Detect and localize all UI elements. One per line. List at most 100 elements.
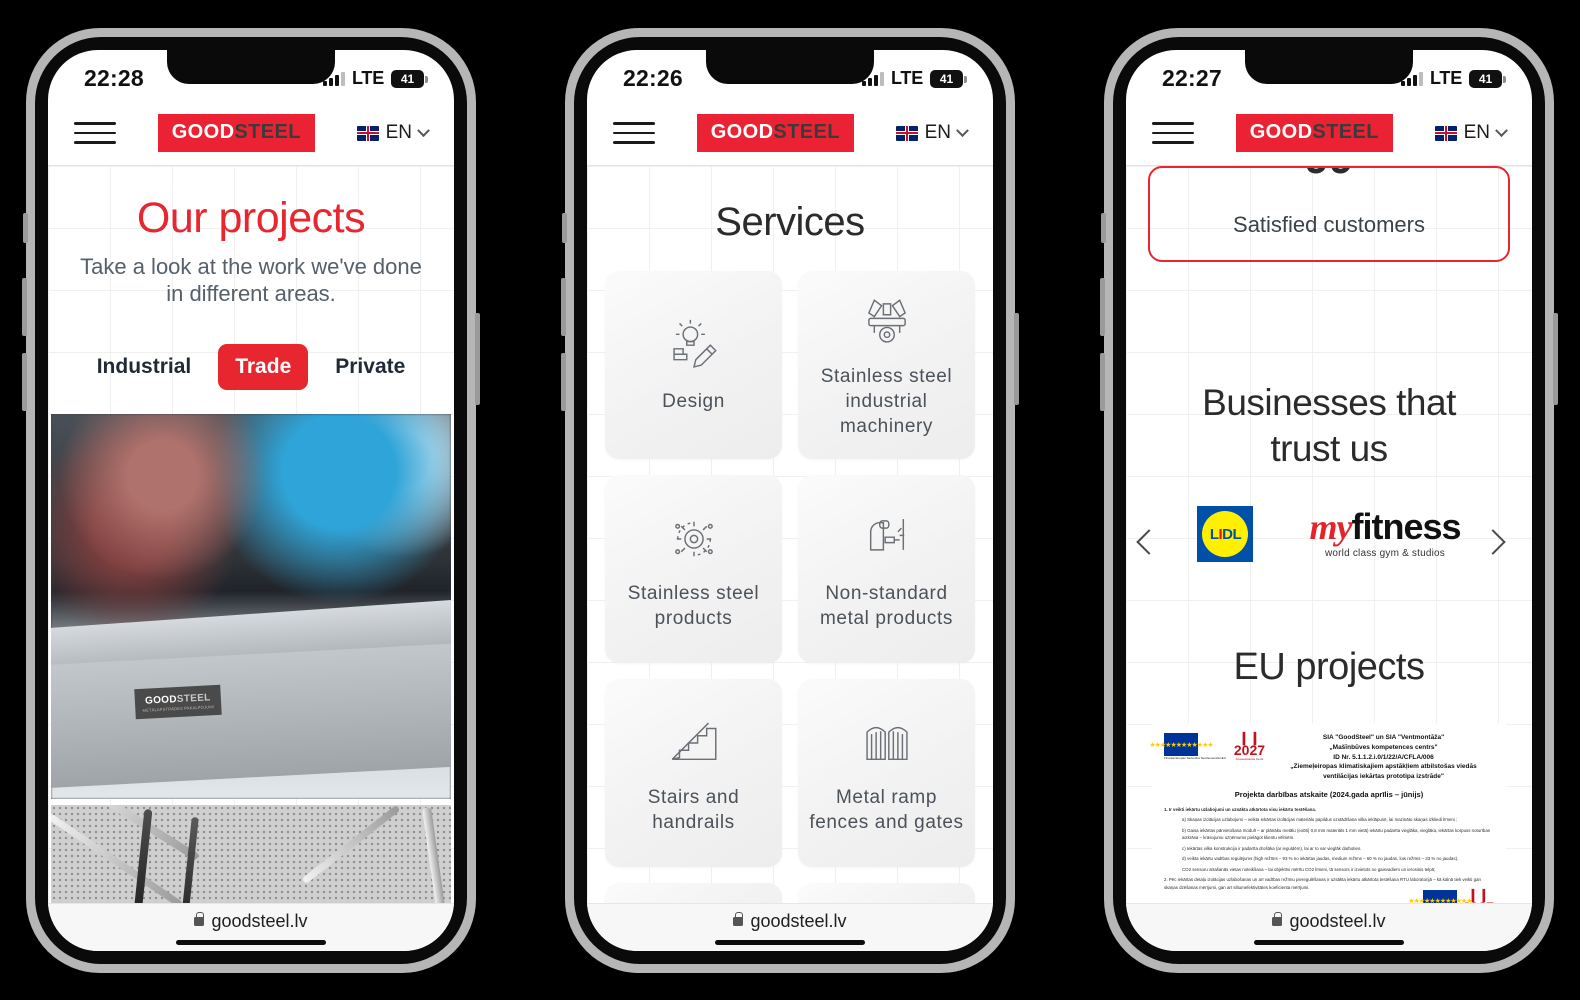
project-image-steel-table[interactable]: GOODSTEEL METĀLAPSTRĀDES PAKALPOJUMI [51, 413, 451, 799]
eu-flag-caption: Finansē Eiropas Savienība NextGeneration… [1164, 756, 1226, 760]
eu-report-title: Projekta darbības atskaite (2024.gada ap… [1234, 789, 1424, 799]
language-code-label: EN [385, 122, 412, 143]
mute-switch[interactable] [562, 212, 567, 243]
tab-industrial[interactable]: Industrial [80, 344, 209, 390]
home-indicator[interactable] [715, 940, 865, 945]
eu-heading-3: ID Nr. 5.1.1.2.i.0/1/22/A/CFLA/006 [1333, 753, 1434, 761]
carousel-prev-arrow[interactable] [1136, 528, 1174, 567]
tab-trade[interactable]: Trade [218, 343, 309, 390]
logo-text-steel: STEEL [1312, 121, 1379, 143]
service-label: Non-standard metal products [819, 582, 953, 629]
volume-up-button[interactable] [1100, 277, 1105, 336]
address-bar[interactable]: goodsteel.lv [1272, 911, 1386, 932]
service-card-stairs-handrails[interactable]: Stairs and handrails [605, 678, 782, 867]
eu-flag-icon-footer: ★★★★★★★★★★★★ [1408, 889, 1473, 903]
language-code-label: EN [924, 122, 951, 143]
tab-private[interactable]: Private [318, 344, 422, 390]
home-indicator[interactable] [1254, 940, 1404, 945]
stairs-icon [665, 710, 723, 776]
network-type-label: LTE [1429, 68, 1462, 88]
status-clock: 22:26 [623, 65, 683, 91]
service-card-bending[interactable] [798, 882, 975, 903]
status-bar: 22:28 LTE 41 [48, 49, 454, 102]
service-card-industrial-machinery[interactable]: Stainless steel industrial machinery [798, 270, 975, 459]
phone-screen: 22:27 LTE 41 GOOD STEEL EN Satisfied cus… [1126, 49, 1532, 951]
chevron-down-icon [1495, 123, 1508, 137]
welder-icon [858, 506, 916, 572]
service-card-design[interactable]: Design [605, 270, 782, 459]
page-content: Services Design Stainless steel industri… [587, 165, 993, 903]
mute-switch[interactable] [1101, 212, 1106, 243]
volume-up-button[interactable] [561, 277, 566, 336]
battery-icon: 41 [391, 69, 428, 88]
myfitness-logo: myfitness world class gym & studios [1309, 509, 1461, 560]
eu-body-line: 1. Ir veikti iekārtu uzlabojumi un uzsāk… [1164, 806, 1317, 812]
phone-mockup-stage: 22:28 LTE 41 GOOD STEEL EN Our projects … [0, 0, 1580, 1000]
power-button[interactable] [475, 312, 480, 405]
hamburger-menu-icon[interactable] [1152, 122, 1194, 144]
phone-trust: 22:27 LTE 41 GOOD STEEL EN Satisfied cus… [1100, 27, 1558, 973]
gear-cycle-icon [665, 506, 723, 572]
eu-body-line: b) Gaisa iekārtas pārvietošana modulī – … [1182, 827, 1490, 841]
address-bar[interactable]: goodsteel.lv [733, 911, 847, 932]
language-selector[interactable]: EN [895, 122, 969, 144]
lightbulb-pencil-icon [665, 314, 723, 380]
battery-percent-label: 41 [1478, 71, 1493, 86]
lock-icon [1272, 912, 1283, 926]
battery-icon: 41 [1469, 69, 1506, 88]
service-card-nonstandard-products[interactable]: Non-standard metal products [798, 474, 975, 663]
table-edge [51, 638, 451, 789]
logo-text-steel: STEEL [773, 121, 840, 143]
status-indicators: LTE 41 [1400, 68, 1506, 89]
home-indicator[interactable] [176, 940, 326, 945]
stat-label: Satisfied customers [1233, 211, 1425, 237]
page-subtitle: Take a look at the work we've done in di… [80, 253, 422, 307]
goodsteel-logo[interactable]: GOOD STEEL [157, 114, 315, 152]
eu-document-footer-logos: ★★★★★★★★★★★★ ❙❙ 2027 [1408, 887, 1494, 903]
eu-report-body: 1. Ir veikti iekārtu uzlabojumi un uzsāk… [1164, 806, 1494, 891]
volume-down-button[interactable] [561, 352, 566, 411]
power-button[interactable] [1014, 312, 1019, 405]
volume-down-button[interactable] [22, 352, 27, 411]
volume-down-button[interactable] [1100, 352, 1105, 411]
uk-flag-icon [895, 125, 918, 141]
battery-percent-label: 41 [939, 71, 954, 86]
eu-heading-2: „Mašīnbūves kompetences centrs" [1329, 743, 1438, 751]
logo-text-steel: STEEL [234, 121, 301, 143]
goodsteel-logo[interactable]: GOOD STEEL [696, 114, 854, 152]
goodsteel-logo[interactable]: GOOD STEEL [1235, 114, 1393, 152]
badge-year: 2027 [1233, 742, 1266, 759]
volume-up-button[interactable] [22, 277, 27, 336]
eu-flag-icon: ★★★★★★★★★★★★ [1149, 733, 1214, 756]
uk-flag-icon [356, 125, 379, 141]
hamburger-menu-icon[interactable] [74, 122, 116, 144]
service-label: Design [662, 391, 725, 413]
chevron-down-icon [956, 123, 969, 137]
service-card-laser-cutting[interactable] [605, 882, 782, 903]
language-selector[interactable]: EN [356, 122, 430, 144]
status-clock: 22:27 [1162, 65, 1222, 91]
browser-bottom-bar: goodsteel.lv [48, 902, 454, 951]
status-bar: 22:27 LTE 41 [1126, 49, 1532, 102]
phone-screen: 22:28 LTE 41 GOOD STEEL EN Our projects … [48, 49, 454, 951]
eu-stars: ★★★★★★★★★★★★ [1149, 741, 1213, 749]
eu-projects-title: EU projects [1233, 646, 1425, 688]
project-image-stairs[interactable] [51, 804, 451, 903]
language-selector[interactable]: EN [1434, 122, 1508, 144]
service-card-ramp-fences-gates[interactable]: Metal ramp fences and gates [798, 678, 975, 867]
network-type-label: LTE [890, 68, 923, 88]
service-card-stainless-products[interactable]: Stainless steel products [605, 474, 782, 663]
address-bar[interactable]: goodsteel.lv [194, 911, 308, 932]
phone-projects: 22:28 LTE 41 GOOD STEEL EN Our projects … [22, 27, 480, 973]
mute-switch[interactable] [23, 212, 28, 243]
service-label: Stairs and handrails [647, 786, 740, 833]
eu-project-document[interactable]: ★★★★★★★★★★★★ Finansē Eiropas Savienība N… [1149, 723, 1506, 903]
carousel-next-arrow[interactable] [1480, 528, 1518, 567]
eu-body-line: CO2 sensoru atrašanās vietas noteikšana … [1182, 866, 1436, 872]
service-label: Metal ramp fences and gates [809, 786, 964, 833]
hamburger-menu-icon[interactable] [613, 122, 655, 144]
power-button[interactable] [1553, 312, 1558, 405]
page-content: 99 Satisfied customers Businesses that t… [1126, 165, 1532, 903]
eu-2027-badge: ❙❙ 2027 Atveseļošanas fonds [1233, 731, 1266, 762]
eu-stars-footer: ★★★★★★★★★★★★ [1408, 898, 1472, 903]
